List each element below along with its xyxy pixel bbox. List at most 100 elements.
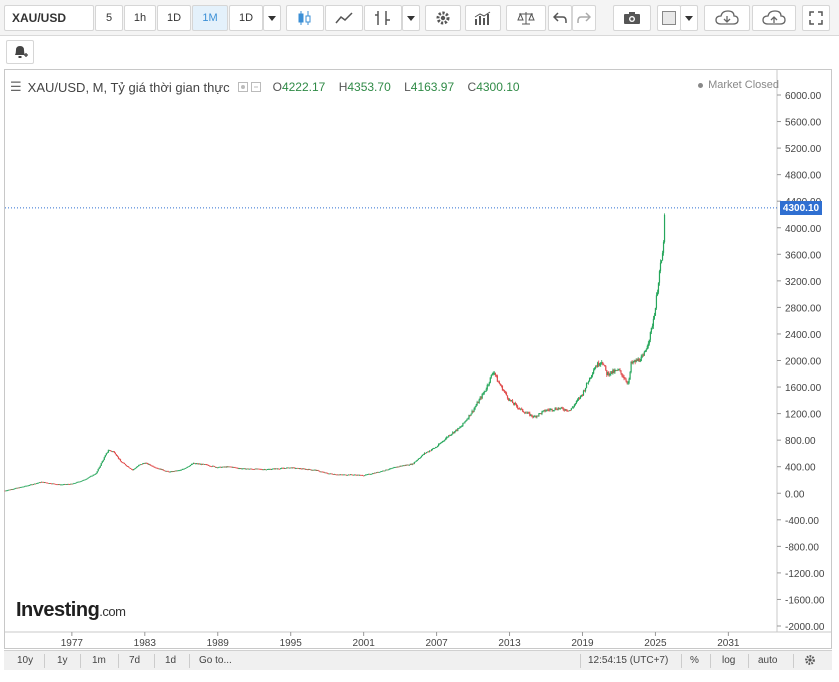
clock-timezone[interactable]: 12:54:15 (UTC+7) (588, 655, 668, 666)
candle-body (625, 379, 627, 382)
candle-body (562, 408, 564, 410)
candle-body (124, 464, 127, 466)
range-7d[interactable]: 7d (129, 655, 140, 666)
candle-body (460, 426, 462, 428)
candle-body (491, 374, 493, 376)
candle-body (485, 389, 487, 392)
candle-body (657, 282, 660, 293)
candle-body (593, 370, 595, 374)
candle-body (463, 422, 465, 424)
candle-body (99, 465, 101, 468)
low-value: 4163.97 (410, 80, 455, 94)
candle-body (655, 295, 658, 309)
candle-body (416, 459, 418, 461)
candle-body (663, 214, 666, 243)
auto-scale-toggle[interactable]: auto (758, 655, 777, 666)
candle-body (114, 452, 117, 455)
legend-hide-icon[interactable] (250, 80, 261, 95)
candle-body (120, 461, 123, 463)
candle-body (478, 399, 480, 403)
candle-body (623, 376, 625, 379)
x-tick-label: 1995 (280, 638, 303, 649)
candle-body (445, 438, 447, 440)
candle-body (318, 470, 320, 472)
candle-body (575, 400, 578, 404)
percent-scale-toggle[interactable]: % (690, 655, 699, 666)
candle-body (487, 384, 489, 386)
candle-body (632, 361, 634, 364)
candle-body (628, 378, 630, 383)
candle-body (651, 325, 653, 328)
candle-body (481, 394, 483, 399)
candle-body (482, 393, 484, 395)
log-scale-toggle[interactable]: log (722, 655, 735, 666)
candle-body (545, 410, 547, 412)
legend-collapse-icon[interactable]: ☰ (10, 79, 22, 95)
candle-body (435, 446, 438, 448)
candle-body (441, 442, 443, 443)
legend-settings-icon[interactable] (237, 80, 248, 95)
candle-body (644, 350, 646, 353)
candle-body (464, 421, 466, 423)
candle-body (418, 458, 420, 459)
candle-body (579, 395, 582, 399)
candle-body (522, 409, 524, 412)
candle-body (587, 381, 590, 383)
candle-body (605, 366, 607, 371)
y-tick-label: 0.00 (785, 489, 805, 500)
logo-main-text: Investing (16, 599, 100, 621)
candle-body (105, 453, 107, 456)
x-tick-label: 1983 (134, 638, 157, 649)
candle-body (621, 373, 623, 376)
candle-body (384, 470, 386, 472)
candle-body (451, 433, 453, 435)
candle-body (572, 406, 574, 408)
candle-body (86, 478, 88, 480)
candle-body (629, 371, 631, 379)
candle-body (103, 457, 105, 460)
candle-body (570, 408, 572, 411)
candle-body (620, 370, 622, 374)
bottom-bar: 10y 1y 1m 7d 1d Go to... 12:54:15 (UTC+7… (4, 650, 832, 670)
candle-body (189, 465, 192, 466)
candle-body (162, 469, 164, 471)
candle-body (467, 418, 469, 420)
candle-body (553, 410, 555, 411)
legend-title: XAU/USD, M, Tỷ giá thời gian thực (27, 79, 230, 95)
open-label: O (272, 80, 282, 94)
y-tick-label: 1200.00 (785, 410, 822, 421)
x-tick-label: 2019 (571, 638, 594, 649)
goto-date-button[interactable]: Go to... (199, 655, 232, 666)
low-label: L (404, 80, 411, 94)
range-1m[interactable]: 1m (92, 655, 106, 666)
candle-body (473, 408, 475, 412)
candle-body (412, 463, 414, 465)
candle-body (599, 364, 601, 366)
range-1d[interactable]: 1d (165, 655, 176, 666)
candle-body (98, 467, 100, 469)
candle-body (454, 431, 456, 433)
candle-body (622, 375, 624, 377)
range-10y[interactable]: 10y (17, 655, 33, 666)
candle-body (364, 475, 366, 477)
bottom-settings-gear-icon[interactable] (804, 654, 816, 669)
candle-body (537, 415, 539, 417)
candle-body (440, 442, 442, 444)
x-tick-label: 2007 (425, 638, 448, 649)
candle-body (420, 456, 422, 458)
range-1y[interactable]: 1y (57, 655, 68, 666)
candle-body (501, 385, 504, 391)
candle-body (498, 381, 501, 384)
candle-body (499, 383, 502, 386)
candle-body (433, 448, 436, 449)
candle-body (388, 469, 390, 471)
candle-body (458, 427, 460, 429)
candle-body (414, 461, 416, 463)
candle-body (609, 374, 611, 376)
candle-body (408, 465, 410, 466)
candle-body (419, 457, 421, 459)
price-chart[interactable]: 6000.005600.005200.004800.004400.004000.… (0, 0, 839, 682)
candle-body (130, 468, 132, 469)
candle-body (429, 450, 432, 452)
candle-body (531, 414, 533, 417)
